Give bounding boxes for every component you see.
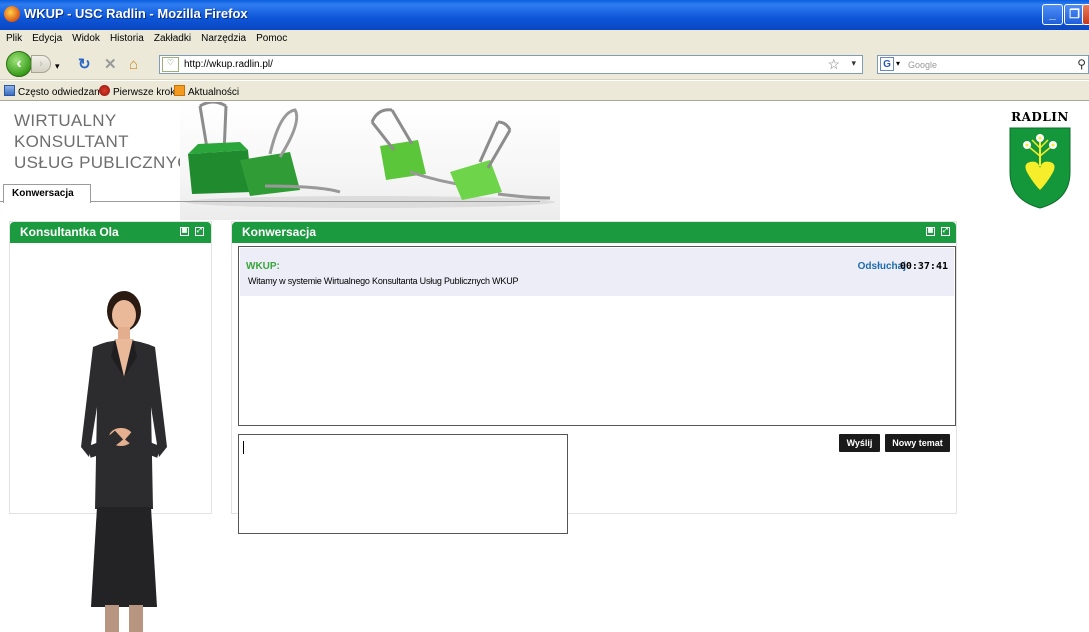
web-page: WIRTUALNY KONSULTANT USŁUG PUBLICZNYCH K…	[0, 100, 1089, 632]
bookmark-page-icon	[4, 85, 15, 96]
firefox-icon	[4, 6, 20, 22]
search-placeholder: Google	[908, 60, 938, 70]
menu-edycja[interactable]: Edycja	[32, 30, 62, 48]
menu-historia[interactable]: Historia	[110, 30, 144, 48]
close-button[interactable]	[1082, 4, 1089, 25]
consultant-panel: Konsultantka Ola ▦ ⤢	[9, 221, 212, 632]
site-favicon-icon: ♡	[162, 57, 179, 72]
message-time: 00:37:41	[899, 261, 948, 272]
bookmark-pierwsze-kroki[interactable]: Pierwsze kroki	[99, 85, 177, 98]
url-text: http://wkup.radlin.pl/	[184, 59, 273, 70]
text-caret	[243, 441, 244, 454]
city-name: RADLIN	[1011, 110, 1069, 124]
window-titlebar: WKUP - USC Radlin - Mozilla Firefox _ ❐	[0, 0, 1089, 30]
menu-plik[interactable]: Plik	[6, 30, 22, 48]
chat-history[interactable]: WKUP: Odsłuchaj 00:37:41 Witamy w system…	[238, 246, 956, 426]
logo-line-1: WIRTUALNY	[14, 111, 117, 130]
bookmark-star-icon[interactable]: ☆	[827, 56, 840, 73]
coat-of-arms-icon	[1009, 127, 1071, 209]
home-icon[interactable]: ⌂	[129, 57, 138, 72]
forward-button[interactable]: ›	[31, 55, 51, 73]
avatar-consultant-ola	[81, 291, 167, 632]
chat-expand-icon[interactable]: ⤢	[941, 227, 950, 236]
panel-layout-icon[interactable]: ▦	[180, 227, 189, 236]
message-input[interactable]	[238, 434, 568, 534]
wkup-logo: WIRTUALNY KONSULTANT USŁUG PUBLICZNYCH	[14, 110, 202, 173]
menu-narzedzia[interactable]: Narzędzia	[201, 30, 246, 48]
chat-panel: Konwersacja ▦ ⤢ WKUP: Odsłuchaj 00:37:41…	[231, 221, 957, 534]
message-text: Witamy w systemie Wirtualnego Konsultant…	[248, 276, 519, 286]
panel-expand-icon[interactable]: ⤢	[195, 227, 204, 236]
listen-link[interactable]: Odsłuchaj	[858, 261, 906, 272]
bookmarks-toolbar: Często odwiedzane Pierwsze kroki Aktualn…	[0, 81, 1089, 101]
google-engine-icon[interactable]: G	[880, 57, 894, 71]
consultant-panel-header: Konsultantka Ola ▦ ⤢	[10, 222, 211, 243]
history-dropdown-icon[interactable]: ▾	[55, 59, 60, 74]
firefox-red-icon	[99, 85, 110, 96]
new-topic-button[interactable]: Nowy temat	[885, 434, 950, 452]
chat-panel-title: Konwersacja	[242, 225, 317, 239]
stop-icon[interactable]: ✕	[104, 57, 117, 72]
address-bar[interactable]: ♡ http://wkup.radlin.pl/ ☆ ▾	[159, 55, 863, 74]
radlin-crest: RADLIN	[1000, 110, 1080, 213]
window-title: WKUP - USC Radlin - Mozilla Firefox	[24, 6, 248, 21]
back-button[interactable]: ‹	[6, 51, 32, 77]
menu-widok[interactable]: Widok	[72, 30, 100, 48]
tab-konwersacja[interactable]: Konwersacja	[3, 184, 91, 203]
bookmark-czesto-odwiedzane[interactable]: Często odwiedzane	[4, 85, 105, 98]
binder-clips-banner	[180, 100, 560, 220]
bookmark-aktualnosci[interactable]: Aktualności	[174, 85, 239, 98]
consultant-panel-title: Konsultantka Ola	[20, 225, 119, 239]
chat-panel-header: Konwersacja ▦ ⤢	[232, 222, 956, 243]
menu-zakladki[interactable]: Zakładki	[154, 30, 191, 48]
search-bar[interactable]: G ▾ Google ⚲	[877, 55, 1089, 74]
url-dropdown-icon[interactable]: ▾	[851, 58, 856, 69]
menu-bar: Plik Edycja Widok Historia Zakładki Narzędzia…	[0, 30, 1089, 48]
minimize-button[interactable]: _	[1042, 4, 1063, 25]
binder-clips-illustration	[185, 100, 555, 208]
logo-line-3: USŁUG PUBLICZNYCH	[14, 153, 203, 172]
engine-dropdown-icon[interactable]: ▾	[896, 59, 900, 68]
rss-feed-icon	[174, 85, 185, 96]
send-button[interactable]: Wyślij	[839, 434, 880, 452]
search-magnifier-icon[interactable]: ⚲	[1077, 57, 1086, 71]
menu-pomoc[interactable]: Pomoc	[256, 30, 287, 48]
message-sender: WKUP:	[246, 261, 280, 272]
reload-icon[interactable]: ↻	[78, 57, 91, 72]
chat-layout-icon[interactable]: ▦	[926, 227, 935, 236]
chat-message: WKUP: Odsłuchaj 00:37:41 Witamy w system…	[240, 248, 954, 296]
logo-line-2: KONSULTANT	[14, 132, 129, 151]
